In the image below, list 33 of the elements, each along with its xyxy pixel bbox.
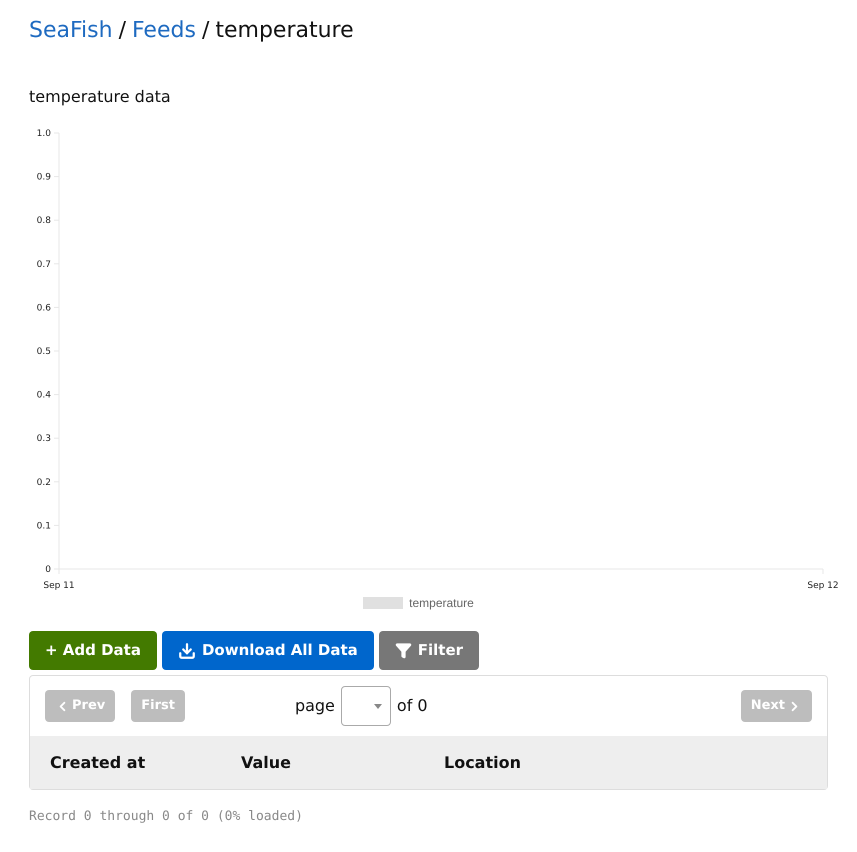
download-icon xyxy=(178,642,196,660)
caret-icon xyxy=(374,704,382,708)
x-tick-label: Sep 12 xyxy=(807,581,839,591)
download-button[interactable]: Download All Data xyxy=(162,631,374,670)
column-header: Value xyxy=(241,752,292,774)
page-label: page xyxy=(294,695,335,717)
y-tick-label: 0.8 xyxy=(36,216,51,226)
record-status: Record 0 through 0 of 0 (0% loaded) xyxy=(29,808,304,826)
y-tick-label: 0.9 xyxy=(36,172,51,183)
column-header: Created at xyxy=(50,752,146,774)
column-header: Location xyxy=(444,752,521,774)
add-button[interactable]: + Add Data xyxy=(29,631,157,670)
y-tick-label: 0 xyxy=(45,565,51,575)
breadcrumb-current: temperature xyxy=(215,17,354,45)
legend-label: temperature xyxy=(409,595,474,611)
y-tick-label: 0.1 xyxy=(36,521,51,532)
y-tick-label: 0.4 xyxy=(36,390,51,401)
breadcrumb-separator: / xyxy=(118,17,126,45)
page-count: of 0 xyxy=(396,695,428,717)
breadcrumb-separator: / xyxy=(202,17,210,45)
filter-button[interactable]: Filter xyxy=(378,631,480,670)
y-tick-label: 0.2 xyxy=(36,478,51,488)
y-tick-label: 1.0 xyxy=(36,129,51,139)
page-select[interactable] xyxy=(340,686,391,726)
filter-icon xyxy=(394,642,412,659)
breadcrumb-link[interactable]: SeaFish xyxy=(29,14,113,47)
y-tick-label: 0.7 xyxy=(36,260,51,270)
y-tick-label: 0.3 xyxy=(36,434,51,444)
chart-title: temperature data xyxy=(29,86,172,108)
y-tick-label: 0.5 xyxy=(36,347,51,357)
y-tick-label: 0.6 xyxy=(36,303,51,314)
x-tick-label: Sep 11 xyxy=(43,581,75,591)
breadcrumb-link[interactable]: Feeds xyxy=(132,14,196,47)
